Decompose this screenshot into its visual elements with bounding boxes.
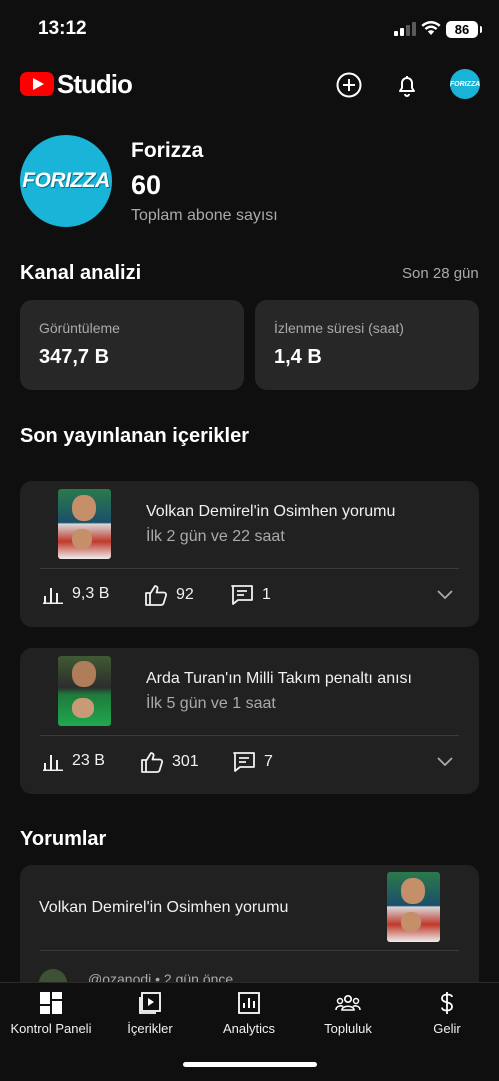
plus-circle-icon[interactable] [334,70,364,100]
dollar-icon [441,992,453,1014]
status-time: 13:12 [38,18,87,39]
divider [40,568,459,569]
thumbs-up-icon [141,752,164,773]
bar-chart-icon [43,588,63,604]
content-icon [139,992,161,1014]
subscriber-label: Toplam abone sayısı [131,207,278,224]
likes-metric: 92 [144,584,194,606]
nav-label: İçerikler [127,1021,173,1036]
video-card[interactable]: Volkan Demirel'in Osimhen yorumu İlk 2 g… [20,481,479,627]
analytics-period: Son 28 gün [402,265,479,282]
video-thumbnail[interactable] [58,656,111,726]
nav-label: Analytics [222,1021,276,1036]
bar-chart-icon [43,755,63,771]
community-icon [335,994,361,1011]
views-label: Görüntüleme [39,320,120,336]
bell-icon[interactable] [392,70,422,100]
comments-count: 1 [262,586,271,603]
comments-count: 7 [264,753,273,770]
battery-indicator: 86 [446,21,482,38]
channel-avatar[interactable]: FORIZZA [20,135,112,227]
nav-earn[interactable]: Gelir [397,991,497,1036]
channel-avatar-text: FORIZZA [22,169,110,192]
nav-label: Topluluk [324,1021,372,1036]
views-metric: 9,3 B [42,584,109,604]
video-age: İlk 5 gün ve 1 saat [146,695,276,712]
video-card[interactable]: Arda Turan'ın Milli Takım penaltı anısı … [20,648,479,794]
comment-icon [233,752,255,772]
likes-metric: 301 [140,751,199,773]
views-card[interactable]: Görüntüleme 347,7 B [20,300,244,390]
nav-label: Gelir [433,1021,461,1036]
watch-time-value: 1,4 B [274,346,322,368]
comments-section-title: Yorumlar [20,828,107,850]
comment-video-title: Volkan Demirel'in Osimhen yorumu [39,899,289,916]
comment-video-thumbnail[interactable] [387,872,440,942]
comment-icon [231,585,253,605]
youtube-logo-icon [20,72,54,96]
account-avatar-text: FORIZZA [449,80,481,88]
views-count: 9,3 B [72,585,110,602]
likes-count: 301 [172,753,199,770]
comments-metric: 1 [230,584,271,606]
nav-community[interactable]: Topluluk [298,991,398,1036]
nav-dashboard[interactable]: Kontrol Paneli [1,991,101,1036]
studio-logo-text: Studio [57,69,133,99]
watch-time-label: İzlenme süresi (saat) [274,320,404,336]
subscriber-count: 60 [131,170,162,200]
chevron-down-icon[interactable] [436,588,454,600]
divider [40,735,459,736]
home-indicator[interactable] [183,1062,317,1067]
wifi-icon [421,21,441,35]
divider [40,950,459,951]
views-count: 23 B [72,752,105,769]
video-title: Arda Turan'ın Milli Takım penaltı anısı [146,670,412,687]
video-age: İlk 2 gün ve 22 saat [146,528,285,545]
thumbs-up-icon [145,585,168,606]
video-thumbnail[interactable] [58,489,111,559]
account-avatar[interactable]: FORIZZA [450,69,480,99]
views-metric: 23 B [42,751,105,771]
channel-name: Forizza [131,139,204,162]
analytics-section-title: Kanal analizi [20,262,142,284]
views-value: 347,7 B [39,346,110,368]
comments-metric: 7 [232,751,273,773]
analytics-icon [238,992,260,1014]
nav-label: Kontrol Paneli [10,1021,92,1036]
dashboard-icon [40,992,62,1014]
watch-time-card[interactable]: İzlenme süresi (saat) 1,4 B [255,300,479,390]
recent-content-title: Son yayınlanan içerikler [20,425,249,447]
video-title: Volkan Demirel'in Osimhen yorumu [146,503,396,520]
nav-content[interactable]: İçerikler [100,991,200,1036]
chevron-down-icon[interactable] [436,755,454,767]
nav-analytics[interactable]: Analytics [199,991,299,1036]
likes-count: 92 [176,586,194,603]
cellular-signal-icon [394,22,416,36]
